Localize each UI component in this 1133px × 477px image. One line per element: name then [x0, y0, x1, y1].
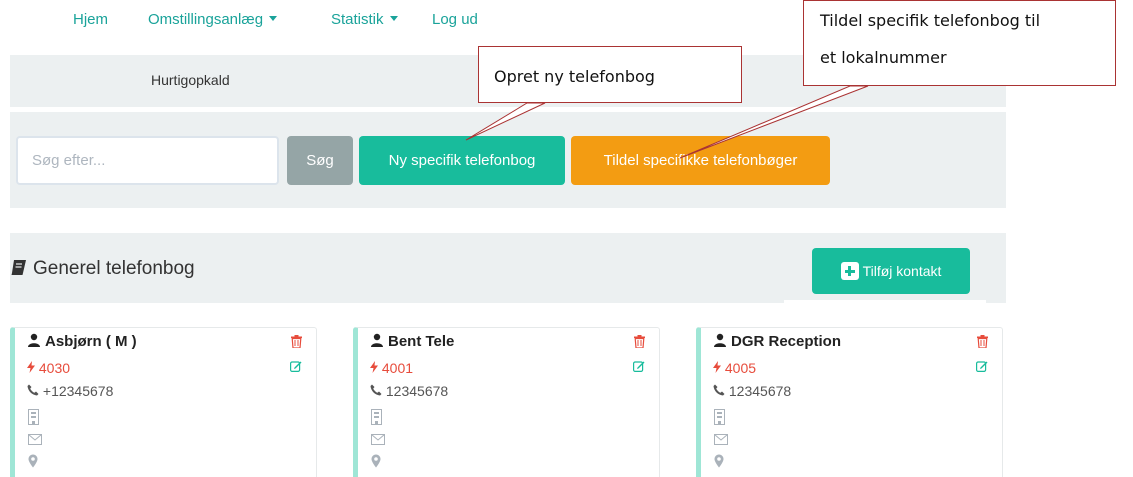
nav-switchboard-label: Omstillingsanlæg — [148, 11, 264, 28]
edit-icon[interactable] — [633, 360, 645, 372]
phone-text: +12345678 — [42, 383, 114, 399]
nav-statistics-label: Statistik — [331, 11, 384, 28]
edit-icon[interactable] — [976, 360, 988, 372]
contact-phone: +12345678 — [27, 383, 113, 399]
extension-text: 4030 — [38, 360, 71, 376]
nav-home[interactable]: Hjem — [73, 11, 108, 28]
contact-phone: 12345678 — [370, 383, 448, 399]
caret-down-icon — [389, 16, 398, 21]
plus-square-icon — [840, 262, 859, 280]
trash-icon[interactable] — [634, 335, 645, 348]
user-icon — [28, 333, 40, 347]
contact-name-text: DGR Reception — [731, 333, 842, 350]
book-icon — [11, 260, 26, 275]
bolt-icon — [27, 361, 35, 373]
phone-icon — [370, 384, 382, 396]
callout-assign-line2: et lokalnummer — [820, 48, 947, 67]
contact-name: DGR Reception — [713, 333, 841, 350]
phone-text: 12345678 — [385, 383, 449, 399]
extension-text: 4001 — [381, 360, 414, 376]
add-contact-label: Tilføj kontakt — [862, 263, 942, 279]
divider — [784, 300, 986, 303]
user-icon — [714, 333, 726, 347]
nav-switchboard-dropdown[interactable]: Omstillingsanlæg — [148, 11, 278, 28]
new-phonebook-button[interactable]: Ny specifik telefonbog — [359, 136, 565, 185]
envelope-icon — [714, 434, 728, 445]
contact-name: Bent Tele — [370, 333, 454, 350]
callout-assign-phonebook: Tildel specifik telefonbog til et lokaln… — [803, 0, 1116, 86]
tab-quick-dial[interactable]: Hurtigopkald — [151, 72, 230, 88]
building-icon — [371, 409, 382, 425]
phone-icon — [27, 384, 39, 396]
search-button[interactable]: Søg — [287, 136, 353, 185]
contact-card: DGR Reception 4005 12345678 — [696, 327, 1003, 477]
contact-name: Asbjørn ( M ) — [27, 333, 137, 350]
building-icon — [28, 409, 39, 425]
bolt-icon — [370, 361, 378, 373]
envelope-icon — [371, 434, 385, 445]
building-icon — [714, 409, 725, 425]
assign-phonebooks-button[interactable]: Tildel specifikke telefonbøger — [571, 136, 830, 185]
contact-extension: 4030 — [27, 360, 70, 376]
nav-statistics-dropdown[interactable]: Statistik — [331, 11, 398, 28]
general-phonebook-header: Generel telefonbog Tilføj kontakt — [10, 233, 1006, 303]
search-panel: Søg Ny specifik telefonbog Tildel specif… — [10, 112, 1006, 208]
contact-name-text: Bent Tele — [388, 333, 455, 350]
contact-extension: 4001 — [370, 360, 413, 376]
phone-text: 12345678 — [728, 383, 792, 399]
envelope-icon — [28, 434, 42, 445]
general-phonebook-title: Generel telefonbog — [10, 258, 195, 280]
map-marker-icon — [28, 454, 38, 468]
user-icon — [371, 333, 383, 347]
trash-icon[interactable] — [291, 335, 302, 348]
callout-assign-line1: Tildel specifik telefonbog til — [820, 11, 1041, 30]
edit-icon[interactable] — [290, 360, 302, 372]
search-input[interactable] — [16, 136, 279, 185]
extension-text: 4005 — [724, 360, 757, 376]
add-contact-button[interactable]: Tilføj kontakt — [812, 248, 970, 294]
phone-icon — [713, 384, 725, 396]
contact-card: Asbjørn ( M ) 4030 +12345678 — [10, 327, 317, 477]
map-marker-icon — [714, 454, 724, 468]
callout-new-phonebook: Opret ny telefonbog — [478, 46, 742, 103]
caret-down-icon — [269, 16, 278, 21]
map-marker-icon — [371, 454, 381, 468]
contact-card: Bent Tele 4001 12345678 — [353, 327, 660, 477]
callout-new-phonebook-text: Opret ny telefonbog — [494, 67, 655, 86]
general-phonebook-label: Generel telefonbog — [33, 258, 195, 279]
contact-extension: 4005 — [713, 360, 756, 376]
nav-logout[interactable]: Log ud — [432, 11, 478, 28]
bolt-icon — [713, 361, 721, 373]
contact-name-text: Asbjørn ( M ) — [45, 333, 137, 350]
trash-icon[interactable] — [977, 335, 988, 348]
contact-phone: 12345678 — [713, 383, 791, 399]
